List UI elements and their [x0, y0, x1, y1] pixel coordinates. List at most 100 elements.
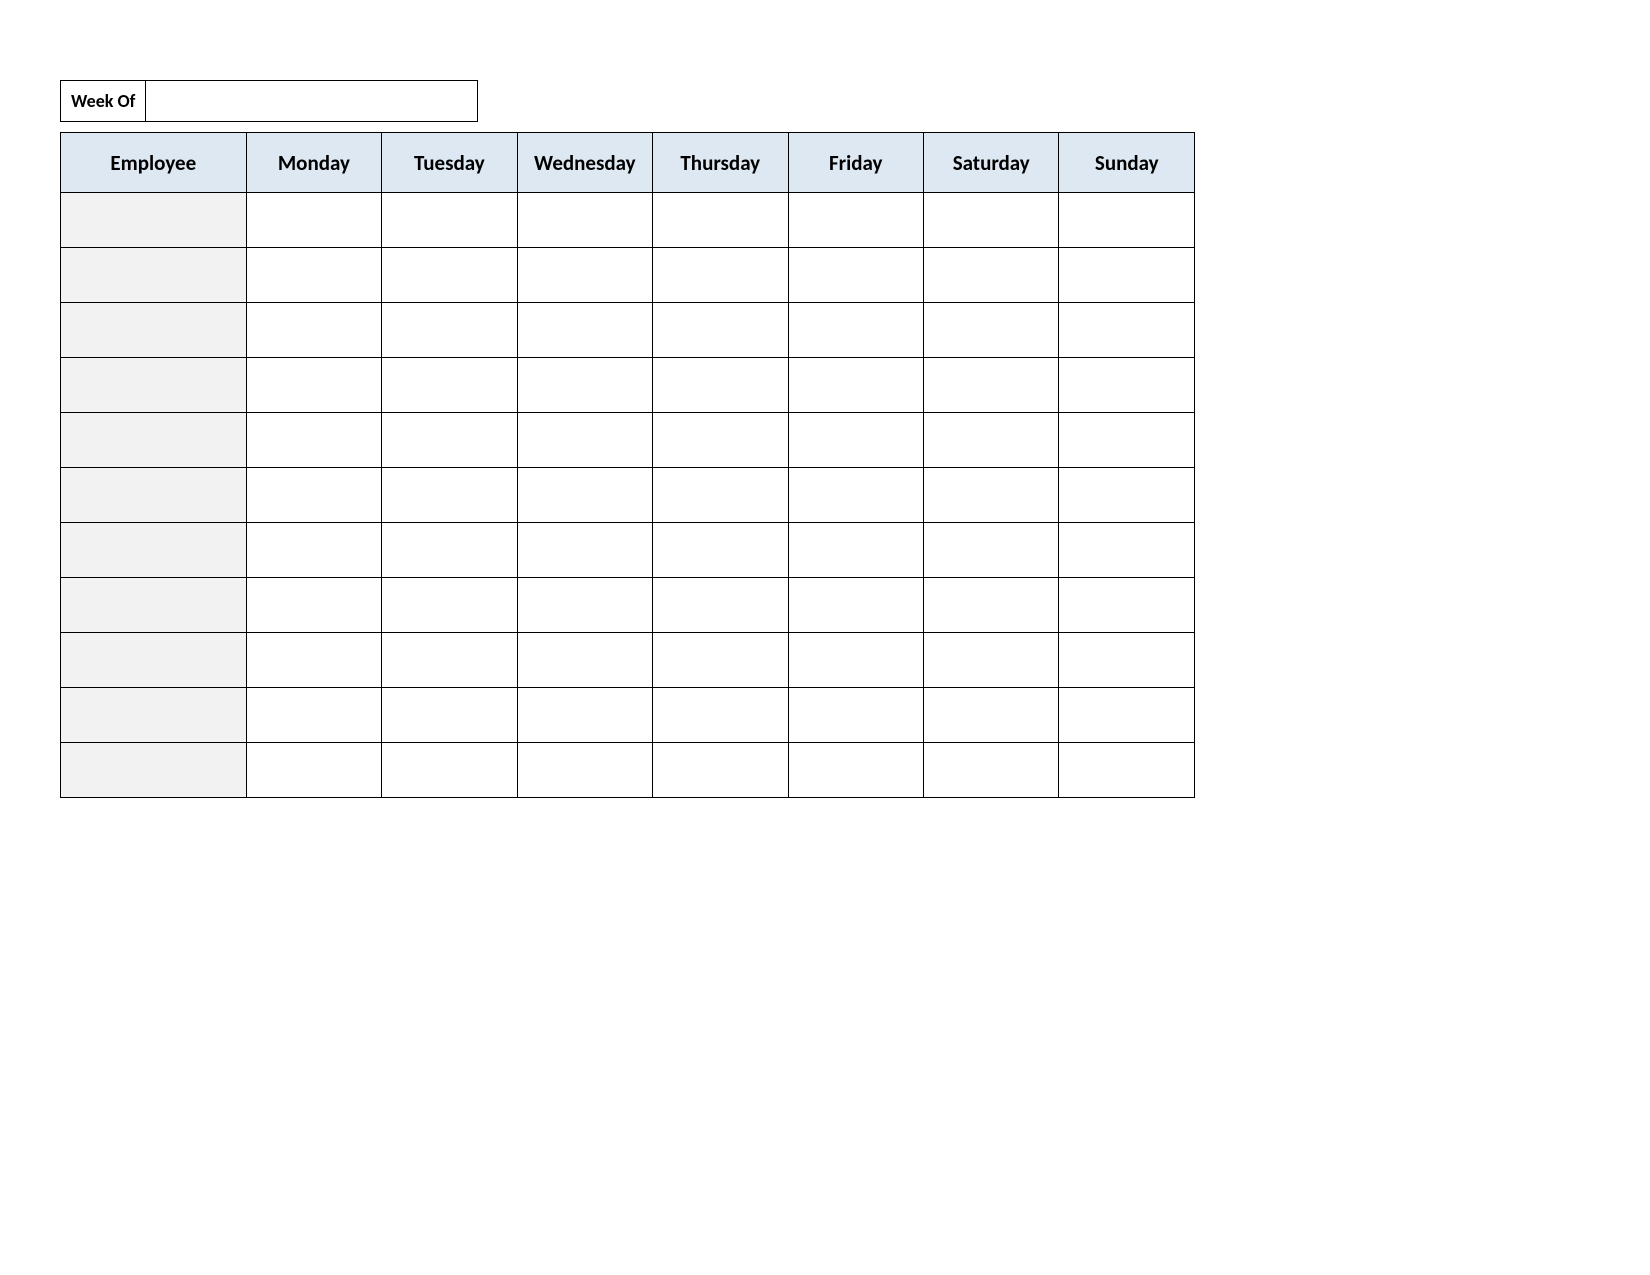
day-cell[interactable] — [246, 303, 381, 358]
day-cell[interactable] — [517, 578, 652, 633]
day-cell[interactable] — [246, 688, 381, 743]
day-cell[interactable] — [382, 358, 517, 413]
schedule-table: Employee Monday Tuesday Wednesday Thursd… — [60, 132, 1195, 798]
day-cell[interactable] — [246, 633, 381, 688]
day-cell[interactable] — [1059, 413, 1195, 468]
day-cell[interactable] — [246, 248, 381, 303]
day-cell[interactable] — [923, 193, 1058, 248]
table-row — [61, 358, 1195, 413]
day-cell[interactable] — [246, 743, 381, 798]
header-thursday: Thursday — [653, 133, 788, 193]
day-cell[interactable] — [788, 248, 923, 303]
day-cell[interactable] — [788, 633, 923, 688]
day-cell[interactable] — [653, 688, 788, 743]
day-cell[interactable] — [246, 578, 381, 633]
day-cell[interactable] — [517, 413, 652, 468]
day-cell[interactable] — [246, 193, 381, 248]
day-cell[interactable] — [382, 468, 517, 523]
header-saturday: Saturday — [923, 133, 1058, 193]
day-cell[interactable] — [1059, 523, 1195, 578]
day-cell[interactable] — [923, 248, 1058, 303]
day-cell[interactable] — [923, 578, 1058, 633]
employee-cell[interactable] — [61, 688, 247, 743]
day-cell[interactable] — [517, 248, 652, 303]
day-cell[interactable] — [382, 523, 517, 578]
day-cell[interactable] — [653, 743, 788, 798]
day-cell[interactable] — [517, 193, 652, 248]
employee-cell[interactable] — [61, 303, 247, 358]
day-cell[interactable] — [788, 578, 923, 633]
employee-cell[interactable] — [61, 358, 247, 413]
day-cell[interactable] — [246, 523, 381, 578]
table-row — [61, 523, 1195, 578]
day-cell[interactable] — [788, 688, 923, 743]
day-cell[interactable] — [923, 523, 1058, 578]
day-cell[interactable] — [382, 688, 517, 743]
day-cell[interactable] — [653, 468, 788, 523]
day-cell[interactable] — [923, 303, 1058, 358]
day-cell[interactable] — [923, 688, 1058, 743]
day-cell[interactable] — [653, 193, 788, 248]
table-row — [61, 468, 1195, 523]
day-cell[interactable] — [517, 688, 652, 743]
day-cell[interactable] — [517, 523, 652, 578]
employee-cell[interactable] — [61, 578, 247, 633]
day-cell[interactable] — [382, 633, 517, 688]
day-cell[interactable] — [788, 193, 923, 248]
day-cell[interactable] — [517, 633, 652, 688]
day-cell[interactable] — [653, 523, 788, 578]
day-cell[interactable] — [653, 413, 788, 468]
day-cell[interactable] — [382, 248, 517, 303]
day-cell[interactable] — [382, 578, 517, 633]
employee-cell[interactable] — [61, 193, 247, 248]
day-cell[interactable] — [517, 743, 652, 798]
day-cell[interactable] — [382, 193, 517, 248]
table-row — [61, 193, 1195, 248]
day-cell[interactable] — [517, 468, 652, 523]
day-cell[interactable] — [1059, 743, 1195, 798]
day-cell[interactable] — [653, 633, 788, 688]
day-cell[interactable] — [1059, 358, 1195, 413]
day-cell[interactable] — [788, 468, 923, 523]
day-cell[interactable] — [923, 413, 1058, 468]
day-cell[interactable] — [1059, 633, 1195, 688]
day-cell[interactable] — [923, 743, 1058, 798]
day-cell[interactable] — [1059, 303, 1195, 358]
day-cell[interactable] — [1059, 578, 1195, 633]
day-cell[interactable] — [1059, 468, 1195, 523]
day-cell[interactable] — [788, 358, 923, 413]
employee-cell[interactable] — [61, 523, 247, 578]
day-cell[interactable] — [382, 743, 517, 798]
week-of-value[interactable] — [146, 81, 477, 121]
day-cell[interactable] — [1059, 688, 1195, 743]
day-cell[interactable] — [923, 633, 1058, 688]
day-cell[interactable] — [382, 303, 517, 358]
employee-cell[interactable] — [61, 468, 247, 523]
day-cell[interactable] — [382, 413, 517, 468]
table-row — [61, 688, 1195, 743]
employee-cell[interactable] — [61, 743, 247, 798]
day-cell[interactable] — [653, 303, 788, 358]
day-cell[interactable] — [788, 743, 923, 798]
day-cell[interactable] — [246, 413, 381, 468]
employee-cell[interactable] — [61, 248, 247, 303]
day-cell[interactable] — [923, 468, 1058, 523]
day-cell[interactable] — [788, 413, 923, 468]
day-cell[interactable] — [923, 358, 1058, 413]
day-cell[interactable] — [653, 248, 788, 303]
day-cell[interactable] — [517, 303, 652, 358]
day-cell[interactable] — [788, 303, 923, 358]
employee-cell[interactable] — [61, 413, 247, 468]
day-cell[interactable] — [517, 358, 652, 413]
day-cell[interactable] — [1059, 193, 1195, 248]
day-cell[interactable] — [788, 523, 923, 578]
day-cell[interactable] — [653, 358, 788, 413]
day-cell[interactable] — [1059, 248, 1195, 303]
header-sunday: Sunday — [1059, 133, 1195, 193]
day-cell[interactable] — [653, 578, 788, 633]
table-row — [61, 303, 1195, 358]
employee-cell[interactable] — [61, 633, 247, 688]
day-cell[interactable] — [246, 358, 381, 413]
day-cell[interactable] — [246, 468, 381, 523]
week-of-box: Week Of — [60, 80, 478, 122]
